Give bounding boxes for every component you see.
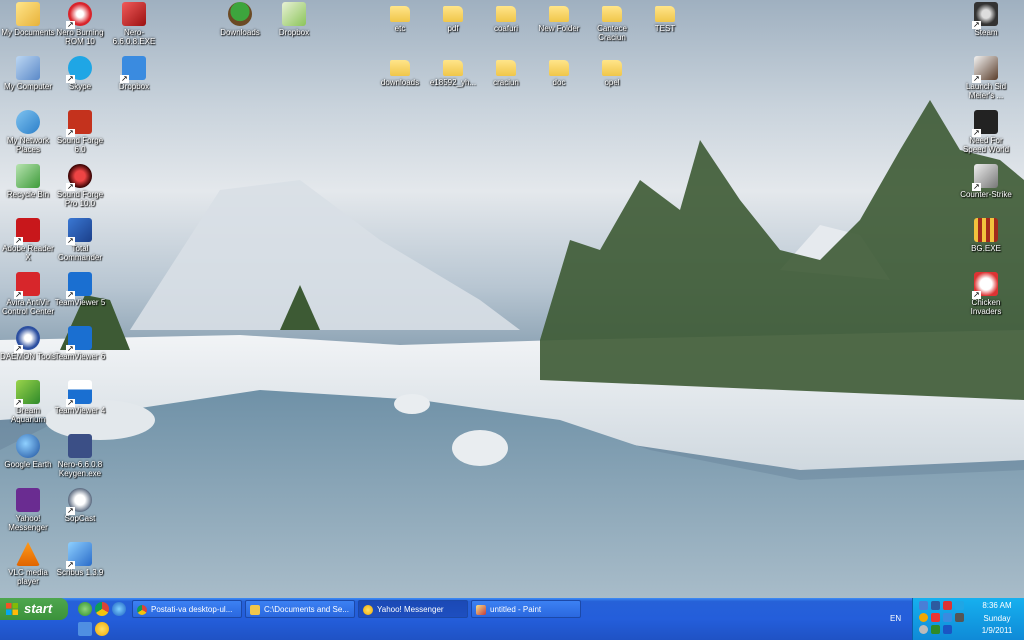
language-indicator[interactable]: EN	[890, 614, 901, 623]
quick-launch-chrome-icon[interactable]	[95, 602, 109, 616]
bg-exe-icon[interactable]: BG.EXE	[958, 218, 1014, 253]
tray-alert-icon[interactable]	[931, 613, 940, 622]
chrome-icon	[137, 605, 147, 615]
rock-1	[452, 430, 508, 466]
nero-keygen-icon[interactable]: Nero-6.6.0.8 Keygen.exe	[52, 434, 108, 478]
teamviewer6-icon[interactable]: TeamViewer 6	[52, 326, 108, 361]
desktop-background: My Documents My Computer My Network Plac…	[0, 0, 1024, 598]
windows-flag-icon	[6, 603, 18, 615]
task-label: untitled - Paint	[490, 605, 542, 614]
folder-e18592[interactable]: e18592_yh...	[425, 56, 481, 87]
tray-volume-icon[interactable]	[955, 613, 964, 622]
adobe-reader-icon[interactable]: Adobe Reader X	[0, 218, 56, 262]
scribus-icon[interactable]: Scribus 1.3.9	[52, 542, 108, 577]
teamviewer4-icon[interactable]: TeamViewer 4	[52, 380, 108, 415]
folder-doc[interactable]: doc	[531, 56, 587, 87]
task-paint[interactable]: untitled - Paint	[471, 600, 581, 618]
teamviewer5-icon[interactable]: TeamViewer 5	[52, 272, 108, 307]
vlc-icon[interactable]: VLC media player	[0, 542, 56, 586]
need-for-speed-icon[interactable]: Need For Speed World	[958, 110, 1014, 154]
daemon-tools-icon[interactable]: DAEMON Tools	[0, 326, 56, 361]
my-network-places-icon[interactable]: My Network Places	[0, 110, 56, 154]
my-documents-icon[interactable]: My Documents	[0, 2, 56, 37]
folder-craciun[interactable]: craciun	[478, 56, 534, 87]
paint-icon	[476, 605, 486, 615]
folder-downloads[interactable]: downloads	[372, 56, 428, 87]
total-commander-icon[interactable]: Total Commander	[52, 218, 108, 262]
chicken-invaders-icon[interactable]: Chicken Invaders	[958, 272, 1014, 316]
trees-right	[540, 100, 1024, 400]
yahoo-messenger-icon[interactable]: Yahoo! Messenger	[0, 488, 56, 532]
dropbox-shortcut-icon[interactable]: Dropbox	[106, 56, 162, 91]
folder-test[interactable]: TEST	[637, 2, 693, 33]
tray-safely-remove-icon[interactable]	[931, 625, 940, 634]
folder-cantece-craciun[interactable]: Cantece Craciun	[584, 2, 640, 42]
recycle-bin-icon[interactable]: Recycle Bin	[0, 164, 56, 199]
folder-new-folder[interactable]: New Folder	[531, 2, 587, 33]
dream-aquarium-icon[interactable]: Dream Aquarium	[0, 380, 56, 424]
folder-etc[interactable]: etc	[372, 2, 428, 33]
downloads-tree-icon[interactable]: Downloads	[212, 2, 268, 37]
dropbox-icon[interactable]: Dropbox	[266, 2, 322, 37]
nero-burning-rom-icon[interactable]: Nero Burning ROM 10	[52, 2, 108, 46]
steam-icon[interactable]: Steam	[958, 2, 1014, 37]
nero-exe-icon[interactable]: Nero-6.6.0.8.EXE	[106, 2, 162, 46]
task-label: C:\Documents and Se...	[264, 605, 349, 614]
tray-yahoo-icon[interactable]	[919, 613, 928, 622]
quick-launch-messenger-icon[interactable]	[78, 602, 92, 616]
rock-2	[394, 394, 430, 414]
tray-skype-icon[interactable]	[955, 601, 964, 610]
task-chrome[interactable]: Postati-va desktop-ul...	[132, 600, 242, 618]
taskbar: start Postati-va desktop-ul... C:\Docume…	[0, 598, 1024, 640]
my-computer-icon[interactable]: My Computer	[0, 56, 56, 91]
tray-bluetooth-icon[interactable]	[943, 625, 952, 634]
tray-avira-icon[interactable]	[943, 601, 952, 610]
start-label: start	[24, 601, 53, 616]
avira-icon[interactable]: Avira AntiVir Control Center	[0, 272, 56, 316]
quick-launch-yahoo-icon[interactable]	[95, 622, 109, 636]
counter-strike-icon[interactable]: Counter-Strike	[958, 164, 1014, 199]
tray-monitor-icon[interactable]	[931, 601, 940, 610]
sound-forge-pro-icon[interactable]: Sound Forge Pro 10.0	[52, 164, 108, 208]
yahoo-smiley-icon	[363, 605, 373, 615]
folder-opel[interactable]: opel	[584, 56, 640, 87]
quick-launch-ie-icon[interactable]	[112, 602, 126, 616]
clock-time[interactable]: 8:36 AM	[973, 601, 1021, 610]
google-earth-icon[interactable]: Google Earth	[0, 434, 56, 469]
clock-day: Sunday	[983, 614, 1011, 623]
sound-forge-60-icon[interactable]: Sound Forge 6.0	[52, 110, 108, 154]
folder-icon	[250, 605, 260, 615]
tray-daemon-icon[interactable]	[919, 625, 928, 634]
start-button[interactable]: start	[0, 598, 68, 620]
folder-coafuri[interactable]: coafuri	[478, 2, 534, 33]
task-label: Yahoo! Messenger	[377, 605, 444, 614]
task-yahoo-messenger[interactable]: Yahoo! Messenger	[358, 600, 468, 618]
sopcast-icon[interactable]: SopCast	[52, 488, 108, 523]
clock-date: 1/9/2011	[981, 626, 1013, 635]
system-tray: 8:36 AM Sunday 1/9/2011	[912, 598, 1024, 640]
tray-dropbox-icon[interactable]	[943, 613, 952, 622]
tray-network-icon[interactable]	[919, 601, 928, 610]
quick-launch-show-desktop-icon[interactable]	[78, 622, 92, 636]
task-label: Postati-va desktop-ul...	[151, 605, 233, 614]
skype-icon[interactable]: Skype	[52, 56, 108, 91]
launch-sid-meier-icon[interactable]: Launch Sid Meier's ...	[958, 56, 1014, 100]
mountain-left	[130, 180, 520, 330]
task-explorer[interactable]: C:\Documents and Se...	[245, 600, 355, 618]
folder-pdf[interactable]: pdf	[425, 2, 481, 33]
